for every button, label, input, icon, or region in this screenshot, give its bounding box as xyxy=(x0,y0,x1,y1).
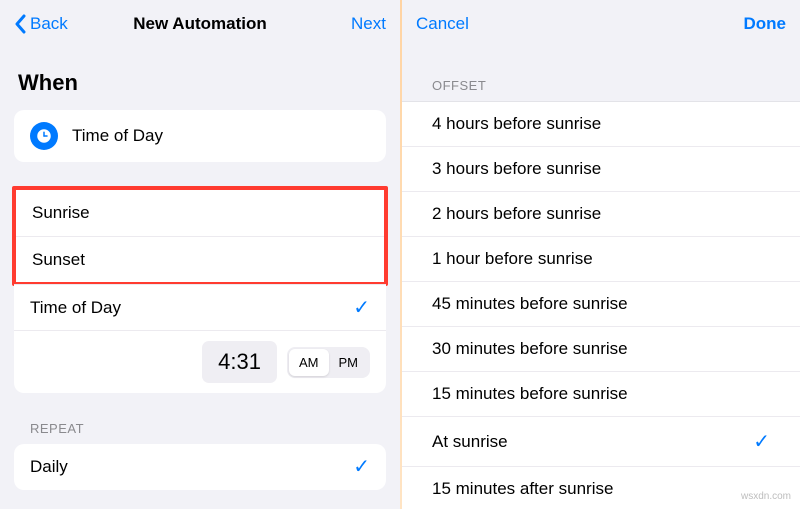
cancel-button[interactable]: Cancel xyxy=(416,14,476,34)
back-label: Back xyxy=(30,14,68,34)
clock-icon xyxy=(30,122,58,150)
offset-option-selected[interactable]: At sunrise✓ xyxy=(402,417,800,467)
checkmark-icon: ✓ xyxy=(753,429,770,454)
time-picker-row: 4:31 AM PM xyxy=(14,330,386,393)
time-of-day-label: Time of Day xyxy=(72,126,163,146)
offset-option[interactable]: 15 minutes before sunrise xyxy=(402,372,800,417)
offset-option[interactable]: 1 hour before sunrise xyxy=(402,237,800,282)
page-title: New Automation xyxy=(133,14,266,34)
when-heading: When xyxy=(0,48,400,110)
navbar-left: Back New Automation Next xyxy=(0,0,400,48)
time-options-card: Time of Day ✓ 4:31 AM PM xyxy=(14,284,386,393)
offset-option[interactable]: 3 hours before sunrise xyxy=(402,147,800,192)
offset-option[interactable]: 45 minutes before sunrise xyxy=(402,282,800,327)
repeat-card: Daily ✓ xyxy=(14,444,386,490)
navbar-right: Cancel Done xyxy=(402,0,800,48)
sun-options-highlight: Sunrise Sunset xyxy=(12,186,388,286)
option-sunset[interactable]: Sunset xyxy=(16,236,384,282)
new-automation-panel: Back New Automation Next When Time of Da… xyxy=(0,0,400,509)
offset-header: OFFSET xyxy=(402,48,800,101)
time-of-day-summary-card[interactable]: Time of Day xyxy=(14,110,386,162)
watermark: wsxdn.com xyxy=(738,490,794,503)
back-button[interactable]: Back xyxy=(14,14,74,34)
am-segment[interactable]: AM xyxy=(289,349,329,376)
offset-panel: Cancel Done OFFSET 4 hours before sunris… xyxy=(402,0,800,509)
checkmark-icon: ✓ xyxy=(353,298,370,318)
time-value-button[interactable]: 4:31 xyxy=(202,341,277,383)
pm-segment[interactable]: PM xyxy=(329,349,369,376)
ampm-segmented-control[interactable]: AM PM xyxy=(287,347,370,378)
option-time-of-day[interactable]: Time of Day ✓ xyxy=(14,284,386,330)
option-sunrise[interactable]: Sunrise xyxy=(16,190,384,236)
chevron-left-icon xyxy=(14,14,26,34)
repeat-daily-option[interactable]: Daily ✓ xyxy=(14,444,386,490)
offset-option[interactable]: 4 hours before sunrise xyxy=(402,102,800,147)
offset-list: 4 hours before sunrise 3 hours before su… xyxy=(402,101,800,509)
offset-option[interactable]: 30 minutes before sunrise xyxy=(402,327,800,372)
checkmark-icon: ✓ xyxy=(353,457,370,477)
offset-option[interactable]: 2 hours before sunrise xyxy=(402,192,800,237)
next-button[interactable]: Next xyxy=(326,14,386,34)
repeat-header: REPEAT xyxy=(0,407,400,444)
done-button[interactable]: Done xyxy=(726,14,786,34)
